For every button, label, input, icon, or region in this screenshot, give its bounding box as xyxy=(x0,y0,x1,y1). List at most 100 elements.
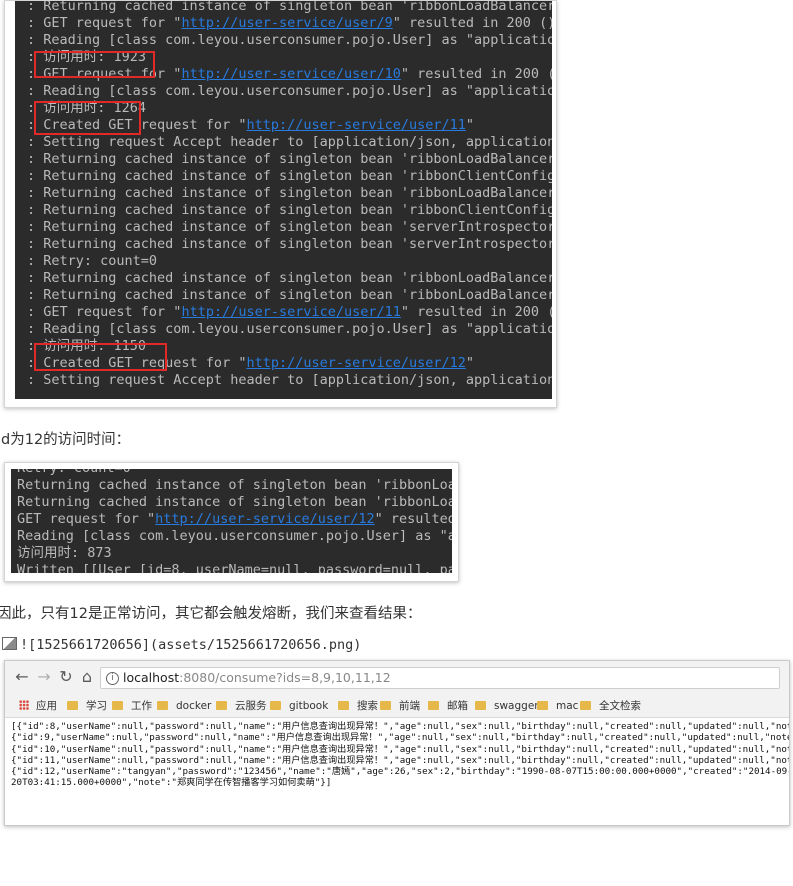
console-line-text: " xyxy=(465,355,475,371)
console-line-text: : Returning cached instance of singleton… xyxy=(27,185,552,201)
console-line-text: : Returning cached instance of singleton… xyxy=(27,236,552,252)
folder-icon xyxy=(475,701,486,710)
bookmark-item[interactable]: 搜索 xyxy=(338,699,378,713)
console-line-text: : GET request for " xyxy=(27,15,182,31)
bookmark-label: docker xyxy=(176,700,212,712)
bookmark-label: 全文检索 xyxy=(599,700,641,712)
json-line: [{"id":8,"userName":null,"password":null… xyxy=(11,721,790,732)
address-host: localhost xyxy=(123,670,180,685)
browser-screenshot: ← → ↻ ⌂ i localhost:8080/consume?ids=8,9,… xyxy=(4,660,790,826)
broken-image-text: ![1525661720656](assets/1525661720656.pn… xyxy=(20,637,362,653)
console-line: : Setting request Accept header to [appl… xyxy=(27,134,552,151)
console-line-text: : Returning cached instance of singleton… xyxy=(27,202,552,218)
console-line: 访问用时: 873 xyxy=(17,545,452,562)
console-line-text: Returning cached instance of singleton b… xyxy=(17,494,452,510)
bookmark-item[interactable]: 前端 xyxy=(380,699,420,713)
console-line: Retry: count=0 xyxy=(17,469,452,477)
console-line: : Reading [class com.leyou.userconsumer.… xyxy=(27,83,552,100)
folder-icon xyxy=(537,701,548,710)
bookmark-label: 云服务 xyxy=(235,700,267,712)
console-line-text: : Setting request Accept header to [appl… xyxy=(27,372,552,388)
console-line: : Returning cached instance of singleton… xyxy=(27,185,552,202)
console-line: : Returning cached instance of singleton… xyxy=(27,202,552,219)
folder-icon xyxy=(380,701,391,710)
console-line-text: GET request for " xyxy=(17,511,156,527)
bookmark-label: gitbook xyxy=(289,700,329,712)
console-line-text: : Returning cached instance of singleton… xyxy=(27,287,552,303)
address-bar[interactable]: i localhost:8080/consume?ids=8,9,10,11,12 xyxy=(100,667,780,689)
paragraph-result: 因此，只有12是正常访问，其它都会触发熔断，我们来查看结果： xyxy=(0,606,422,622)
console-url-link[interactable]: http://user-service/user/9 xyxy=(181,15,392,31)
console-line: Reading [class com.leyou.userconsumer.po… xyxy=(17,528,452,545)
console-panel-2: Retry: count=0Returning cached instance … xyxy=(11,469,452,573)
console-line-text: : Returning cached instance of singleton… xyxy=(27,151,552,167)
console-line-text: : Setting request Accept header to [appl… xyxy=(27,134,552,150)
highlight-box-1264 xyxy=(34,101,141,135)
console-line: : Returning cached instance of singleton… xyxy=(27,1,552,15)
bookmark-item[interactable]: gitbook xyxy=(270,699,328,713)
console-url-link[interactable]: http://user-service/user/11 xyxy=(246,117,465,133)
console-line-text: : Reading [class com.leyou.userconsumer.… xyxy=(27,83,552,99)
console-line: : Retry: count=0 xyxy=(27,253,552,270)
json-line: {"id":12,"userName":"tangyan","password"… xyxy=(11,766,790,778)
highlight-box-1150 xyxy=(34,343,167,371)
console-line-text: 访问用时: 873 xyxy=(17,545,112,561)
bookmark-item[interactable]: 云服务 xyxy=(216,699,267,713)
bookmark-item[interactable]: 全文检索 xyxy=(580,699,641,713)
console-line-text: " resulted in 200 () xyxy=(400,304,552,320)
reload-icon[interactable]: ↻ xyxy=(57,668,75,686)
bookmarks-bar: 应用 学习 工作 docker 云服务 gitbook 搜索 前端 邮箱 swagger mac 全文… xyxy=(5,695,789,718)
console-line-text: : Returning cached instance of singleton… xyxy=(27,270,552,286)
folder-icon xyxy=(157,701,168,710)
bookmark-item[interactable]: 工作 xyxy=(112,699,152,713)
console-line-text: Retry: count=0 xyxy=(17,469,131,476)
bookmark-label: 学习 xyxy=(86,700,107,712)
json-line: {"id":10,"userName":null,"password":null… xyxy=(11,743,790,755)
highlight-box-1923 xyxy=(34,51,155,78)
bookmark-label: 工作 xyxy=(131,700,152,712)
console-line-text: " xyxy=(465,117,475,133)
console-line: Returning cached instance of singleton b… xyxy=(17,494,452,511)
home-icon[interactable]: ⌂ xyxy=(78,668,96,686)
console-line: : Returning cached instance of singleton… xyxy=(27,287,552,304)
console-line: : GET request for "http://user-service/u… xyxy=(27,304,552,321)
console-line-text: Returning cached instance of singleton b… xyxy=(17,477,452,493)
console-line: : Reading [class com.leyou.userconsumer.… xyxy=(27,32,552,49)
console-line: : Reading [class com.leyou.userconsumer.… xyxy=(27,321,552,338)
console-line-text: : Returning cached instance of singleton… xyxy=(27,1,552,14)
bookmark-label: swagger xyxy=(494,700,539,712)
console-url-link[interactable]: http://user-service/user/12 xyxy=(246,355,465,371)
folder-icon xyxy=(428,701,439,710)
forward-arrow-icon[interactable]: → xyxy=(35,668,53,686)
bookmark-item[interactable]: swagger xyxy=(475,699,539,713)
broken-image-placeholder: ![1525661720656](assets/1525661720656.pn… xyxy=(2,637,361,653)
bookmark-item[interactable]: docker xyxy=(157,699,211,713)
paragraph-id12-time: id为12的访问时间： xyxy=(0,432,131,448)
console-line-text: : Returning cached instance of singleton… xyxy=(27,168,552,184)
address-path: :8080/consume?ids=8,9,10,11,12 xyxy=(179,670,391,685)
bookmark-item[interactable]: 学习 xyxy=(67,699,107,713)
console-line: : GET request for "http://user-service/u… xyxy=(27,15,552,32)
console-line-text: : Returning cached instance of singleton… xyxy=(27,219,552,235)
bookmark-item[interactable]: 应用 xyxy=(19,699,57,713)
browser-toolbar: ← → ↻ ⌂ i localhost:8080/consume?ids=8,9,… xyxy=(5,661,789,695)
bookmark-label: 邮箱 xyxy=(447,700,468,712)
console-url-link[interactable]: http://user-service/user/11 xyxy=(181,304,400,320)
info-icon[interactable]: i xyxy=(106,672,119,685)
console-url-link[interactable]: http://user-service/user/12 xyxy=(155,511,374,527)
folder-icon xyxy=(270,701,281,710)
console-lines-2: Retry: count=0Returning cached instance … xyxy=(17,469,452,573)
json-response: [{"id":8,"userName":null,"password":null… xyxy=(11,721,789,789)
console-line-text: " resulted in 200 () xyxy=(400,66,552,82)
back-arrow-icon[interactable]: ← xyxy=(13,668,31,686)
console-url-link[interactable]: http://user-service/user/10 xyxy=(181,66,400,82)
console-line-text: : Retry: count=0 xyxy=(27,253,158,269)
console-line: : Setting request Accept header to [appl… xyxy=(27,372,552,389)
console-line: : Returning cached instance of singleton… xyxy=(27,270,552,287)
console-line: Returning cached instance of singleton b… xyxy=(17,477,452,494)
bookmark-item[interactable]: mac xyxy=(537,699,578,713)
bookmark-label: mac xyxy=(556,700,579,712)
bookmark-item[interactable]: 邮箱 xyxy=(428,699,468,713)
folder-icon xyxy=(112,701,123,710)
json-line: {"id":9,"userName":null,"password":null,… xyxy=(11,732,790,744)
